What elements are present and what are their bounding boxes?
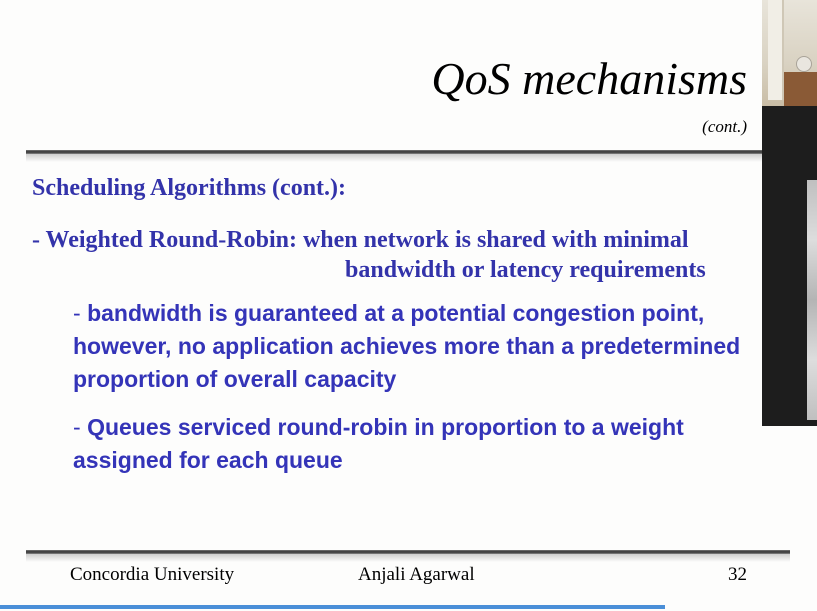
top-divider-shadow [26, 154, 764, 162]
footer-institution: Concordia University [70, 564, 235, 585]
footer-author: Anjali Agarwal [358, 564, 475, 585]
slide: QoS mechanisms (cont.) Scheduling Algori… [0, 0, 817, 611]
main-bullet-line-1: - Weighted Round-Robin: when network is … [32, 227, 689, 253]
bullet-dash: - [73, 300, 81, 326]
bottom-divider-shadow [26, 554, 790, 562]
video-door [768, 0, 784, 100]
video-whiteboard-edge [807, 180, 817, 420]
section-heading: Scheduling Algorithms (cont.): [32, 175, 347, 201]
sub-bullet-text: bandwidth is guaranteed at a potential c… [73, 300, 741, 392]
video-room-background [762, 0, 817, 106]
slide-subtitle: (cont.) [702, 117, 747, 136]
video-shelf [784, 72, 817, 106]
footer-page-number: 32 [728, 564, 747, 585]
sub-bullet-bandwidth: - bandwidth is guaranteed at a potential… [73, 297, 763, 396]
main-bullet-line-2: bandwidth or latency requirements [345, 257, 706, 283]
video-globe-lamp [796, 56, 812, 72]
slide-title: QoS mechanisms [431, 53, 747, 104]
presenter-video-overlay [762, 0, 817, 426]
sub-bullet-queues: - Queues serviced round-robin in proport… [73, 411, 763, 477]
sub-bullet-text: Queues serviced round-robin in proportio… [73, 414, 684, 473]
bullet-dash: - [73, 414, 81, 440]
accent-strip [0, 605, 665, 609]
